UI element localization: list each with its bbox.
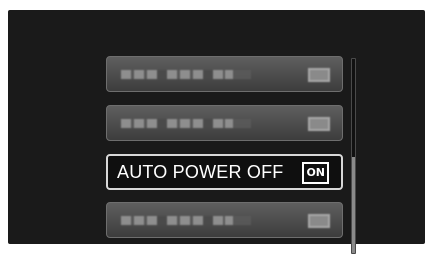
on-badge-icon: ON — [302, 162, 329, 184]
camera-menu-screen: AUTO POWER OFF ON — [8, 10, 425, 254]
menu-item-label-obscured — [121, 119, 251, 128]
menu-item-4[interactable] — [106, 202, 343, 238]
menu-item-label: AUTO POWER OFF — [117, 162, 284, 182]
menu-item-value-icon — [308, 68, 330, 82]
menu-item-1[interactable] — [106, 56, 343, 92]
menu-item-value-icon — [308, 117, 330, 131]
menu-scrollbar[interactable] — [351, 58, 356, 254]
menu-item-label-obscured — [121, 70, 251, 79]
menu-item-2[interactable] — [106, 105, 343, 141]
menu-item-auto-power-off[interactable]: AUTO POWER OFF ON — [106, 154, 343, 190]
menu-item-value-icon — [308, 214, 330, 228]
scrollbar-thumb[interactable] — [352, 157, 355, 253]
menu-item-label-obscured — [121, 216, 251, 225]
